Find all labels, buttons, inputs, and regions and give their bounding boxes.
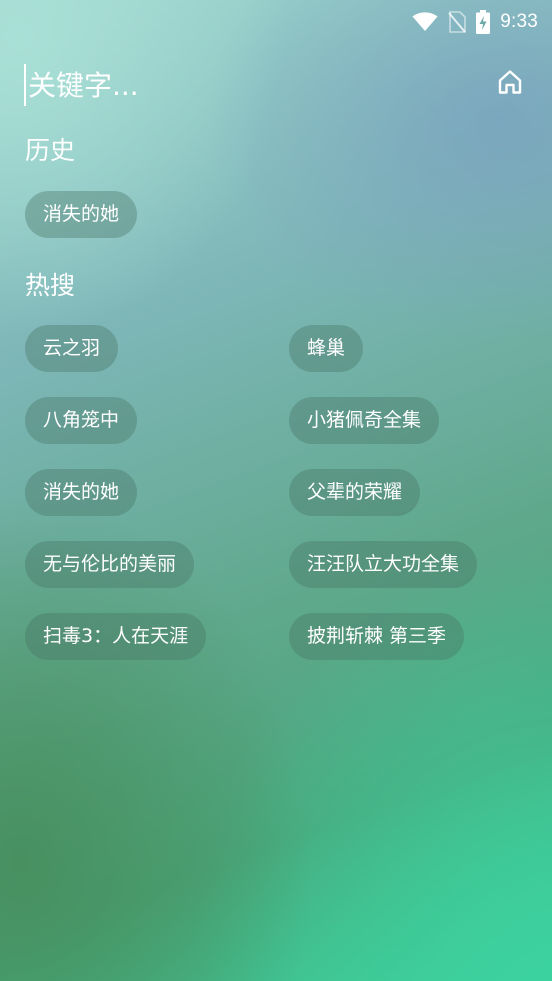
hot-search-chip[interactable]: 无与伦比的美丽 — [25, 541, 195, 588]
history-chip[interactable]: 消失的她 — [25, 191, 138, 238]
home-button[interactable] — [492, 66, 528, 102]
status-icons: 9:33 — [412, 9, 538, 35]
hot-search-chip[interactable]: 小猪佩奇全集 — [289, 397, 440, 444]
hot-search-chip[interactable]: 披荆斩棘 第三季 — [289, 613, 465, 660]
no-sim-icon — [448, 11, 467, 33]
status-bar: 9:33 — [0, 0, 552, 44]
battery-charging-icon — [476, 10, 491, 34]
hot-search-chip[interactable]: 扫毒3：人在天涯 — [25, 613, 207, 660]
wifi-icon — [412, 12, 438, 32]
search-bar — [24, 60, 528, 110]
hot-search-chip[interactable]: 消失的她 — [25, 469, 138, 516]
hot-search-chip[interactable]: 汪汪队立大功全集 — [289, 541, 478, 588]
home-icon — [496, 68, 524, 100]
hot-search-chip[interactable]: 八角笼中 — [25, 397, 138, 444]
search-input[interactable] — [24, 64, 448, 106]
history-title: 历史 — [25, 136, 76, 165]
hot-search-chip[interactable]: 云之羽 — [25, 325, 119, 372]
status-time: 9:33 — [500, 11, 538, 32]
hot-search-chip[interactable]: 父辈的荣耀 — [289, 469, 421, 516]
hot-search-title: 热搜 — [25, 271, 76, 300]
hot-search-chip[interactable]: 蜂巢 — [289, 325, 364, 372]
